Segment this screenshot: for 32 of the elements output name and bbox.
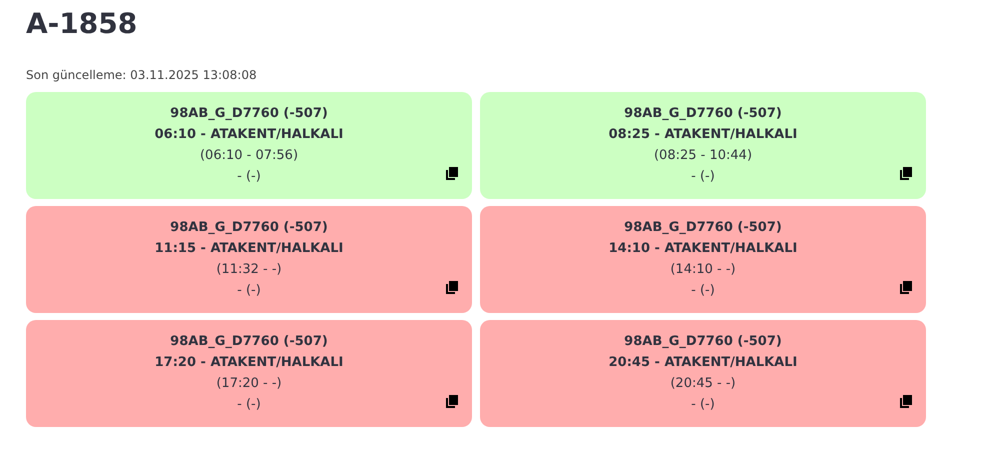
note-text: - (-) <box>237 282 261 300</box>
copy-icon[interactable] <box>446 281 458 294</box>
vehicle-text: 98AB_G_D7760 (-507) <box>624 219 782 237</box>
time-range-text: (20:45 - -) <box>670 375 736 393</box>
time-range-text: (06:10 - 07:56) <box>200 147 298 165</box>
note-text: - (-) <box>237 396 261 414</box>
route-text: 11:15 - ATAKENT/HALKALI <box>154 240 344 258</box>
vehicle-text: 98AB_G_D7760 (-507) <box>624 105 782 123</box>
route-text: 06:10 - ATAKENT/HALKALI <box>154 126 344 144</box>
note-text: - (-) <box>691 168 715 186</box>
vehicle-text: 98AB_G_D7760 (-507) <box>624 333 782 351</box>
copy-icon[interactable] <box>446 167 458 180</box>
copy-icon[interactable] <box>900 281 912 294</box>
copy-icon[interactable] <box>900 167 912 180</box>
copy-icon[interactable] <box>900 395 912 408</box>
last-updated-text: Son güncelleme: 03.11.2025 13:08:08 <box>26 68 258 82</box>
vehicle-text: 98AB_G_D7760 (-507) <box>170 333 328 351</box>
time-range-text: (11:32 - -) <box>216 261 282 279</box>
copy-icon[interactable] <box>446 395 458 408</box>
time-range-text: (08:25 - 10:44) <box>654 147 752 165</box>
route-text: 20:45 - ATAKENT/HALKALI <box>608 354 798 372</box>
route-text: 14:10 - ATAKENT/HALKALI <box>608 240 798 258</box>
time-range-text: (17:20 - -) <box>216 375 282 393</box>
note-text: - (-) <box>691 396 715 414</box>
note-text: - (-) <box>691 282 715 300</box>
vehicle-text: 98AB_G_D7760 (-507) <box>170 219 328 237</box>
vehicle-text: 98AB_G_D7760 (-507) <box>170 105 328 123</box>
time-range-text: (14:10 - -) <box>670 261 736 279</box>
note-text: - (-) <box>237 168 261 186</box>
page-title: A-1858 <box>26 6 138 42</box>
route-text: 17:20 - ATAKENT/HALKALI <box>154 354 344 372</box>
route-text: 08:25 - ATAKENT/HALKALI <box>608 126 798 144</box>
